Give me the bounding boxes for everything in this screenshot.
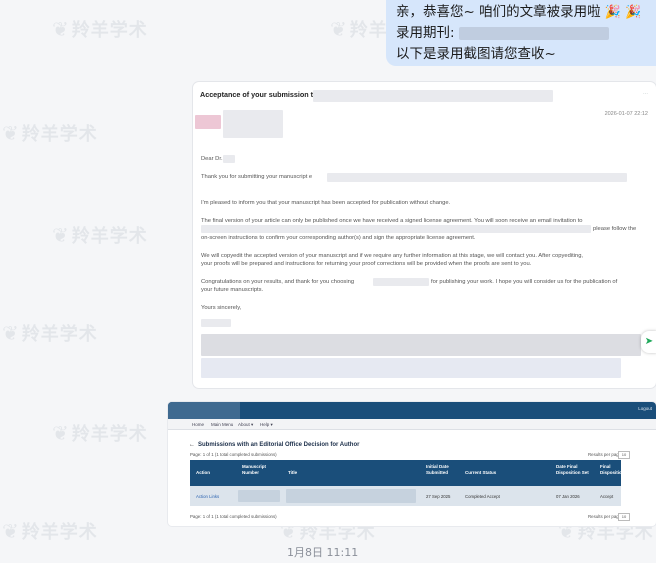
redacted-text	[201, 225, 591, 233]
results-per-page-label-bottom: Results per page	[588, 514, 622, 519]
email-paragraph-4c: your future manuscripts.	[201, 287, 264, 293]
email-paragraph-2c: on-screen instructions to confirm your c…	[201, 235, 476, 241]
email-id: ⋯	[643, 91, 648, 97]
final-disposition: Accept	[600, 494, 614, 499]
col-manuscript-number[interactable]: Manuscript Number	[242, 464, 266, 476]
redacted-sender	[223, 110, 283, 138]
redacted-name	[223, 155, 235, 163]
col-final-disposition[interactable]: Final Disposition	[600, 464, 625, 476]
col-final-date[interactable]: Date Final Disposition Set	[556, 464, 589, 476]
col-title[interactable]: Title	[288, 470, 297, 476]
chat-message-bubble[interactable]: 亲，恭喜您~ 咱们的文章被录用啦 🎉 🎉 录用期刊: 以下是录用截图请您查收~	[386, 0, 656, 66]
logout-link[interactable]: Logout	[638, 406, 652, 411]
email-paragraph-4b: for publishing your work. I hope you wil…	[431, 279, 618, 285]
email-greeting: Dear Dr.	[201, 156, 223, 162]
current-status: Completed Accept	[465, 494, 500, 499]
redacted-logo	[168, 402, 240, 419]
final-date: 07 Jan 2026	[556, 494, 580, 499]
email-paragraph-3a: We will copyedit the accepted version of…	[201, 253, 584, 259]
email-thanks: Thank you for submitting your manuscript…	[201, 174, 313, 180]
table-header: Action Manuscript Number Title Initial D…	[190, 460, 625, 486]
submission-status-image[interactable]: Logout Home Main Menu About ▾ Help ▾ ← S…	[168, 402, 656, 526]
col-initial-date[interactable]: Initial Date Submitted	[426, 464, 449, 476]
initial-date: 27 Sep 2025	[426, 494, 451, 499]
page-info: Page: 1 of 1 (1 total completed submissi…	[190, 452, 277, 457]
watermark: ❦羚羊学术	[2, 121, 98, 145]
col-action[interactable]: Action	[196, 470, 210, 476]
email-paragraph-2a: The final version of your article can on…	[201, 218, 583, 224]
email-paragraph-1: I'm pleased to inform you that your manu…	[201, 200, 451, 206]
watermark: ❦羚羊学术	[52, 421, 148, 445]
email-signoff: Yours sincerely,	[201, 305, 242, 311]
results-per-page-select[interactable]: 10	[618, 451, 630, 459]
watermark: ❦羚羊学术	[2, 321, 98, 345]
redacted-title	[286, 489, 416, 503]
submissions-heading: Submissions with an Editorial Office Dec…	[198, 442, 360, 448]
system-header: Logout	[168, 402, 656, 419]
page-info-bottom: Page: 1 of 1 (1 total completed submissi…	[190, 514, 277, 519]
nav-about[interactable]: About ▾	[238, 422, 253, 428]
email-paragraph-2b: please follow the	[593, 226, 637, 232]
email-paragraph-3b: your proofs will be prepared and instruc…	[201, 261, 532, 267]
redacted-journal	[373, 278, 429, 286]
email-paragraph-4a: Congratulations on your results, and tha…	[201, 279, 355, 285]
action-links[interactable]: Action Links	[196, 494, 219, 499]
col-current-status[interactable]: Current Status	[465, 470, 496, 476]
results-per-page-label: Results per page	[588, 452, 622, 457]
system-nav: Home Main Menu About ▾ Help ▾	[168, 419, 656, 430]
email-date: 2026-01-07 22:12	[604, 111, 648, 117]
message-timestamp: 1月8日 11:11	[287, 546, 359, 559]
acceptance-email-image[interactable]: Acceptance of your submission to ⋯ 2026-…	[193, 82, 656, 388]
sender-avatar	[195, 115, 221, 129]
results-per-page-select-bottom[interactable]: 10	[618, 513, 630, 521]
send-icon[interactable]: ➤	[641, 331, 656, 353]
redacted-manuscript-number	[238, 490, 280, 502]
watermark: ❦羚羊学术	[52, 223, 148, 247]
table-row[interactable]: Action Links 27 Sep 2025 Completed Accep…	[190, 486, 621, 506]
redacted-footer	[201, 334, 641, 356]
redacted-journal	[458, 26, 609, 40]
redacted-journal-name	[313, 90, 553, 102]
party-popper-icon: 🎉 🎉	[604, 5, 642, 20]
watermark: ❦羚羊学术	[52, 17, 148, 41]
redacted-footer	[201, 358, 621, 378]
redacted-signature	[201, 319, 231, 327]
redacted-text	[327, 173, 627, 182]
chat-line-1: 亲，恭喜您~ 咱们的文章被录用啦 🎉 🎉	[396, 4, 642, 20]
back-arrow-icon[interactable]: ←	[189, 442, 195, 448]
chat-line-3: 以下是录用截图请您查收~	[396, 46, 556, 62]
nav-help[interactable]: Help ▾	[260, 422, 273, 428]
nav-main-menu[interactable]: Main Menu	[211, 422, 233, 427]
chat-line-2: 录用期刊:	[396, 23, 646, 44]
watermark: ❦羚羊学术	[2, 519, 98, 543]
nav-home[interactable]: Home	[192, 422, 204, 427]
email-subject: Acceptance of your submission to	[200, 90, 318, 99]
